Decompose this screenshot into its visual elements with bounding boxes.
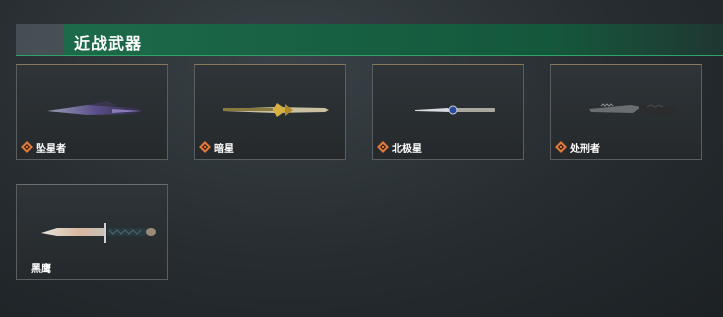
weapon-name: 北极星 [392, 143, 422, 155]
rank-diamond-icon [377, 141, 389, 153]
gold-winged-knife-image [223, 103, 329, 117]
weapon-name: 处刑者 [570, 143, 600, 155]
purple-blade-knife-image [47, 101, 143, 115]
category-title: 近战武器 [74, 36, 143, 53]
weapon-card-4[interactable]: 处刑者 [550, 64, 702, 160]
category-header: 近战武器 [16, 24, 723, 56]
weapon-card-5[interactable]: 黑鹰 [16, 184, 168, 280]
serrated-black-knife-image [589, 103, 679, 117]
weapon-name: 坠星者 [36, 143, 66, 155]
rank-diamond-icon [555, 141, 567, 153]
bowie-knife-image [41, 223, 156, 243]
weapon-card-1[interactable]: 坠星者 [16, 64, 168, 160]
weapon-card-2[interactable]: 暗星 [194, 64, 346, 160]
rank-diamond-icon [21, 141, 33, 153]
blue-gem-knife-image [415, 105, 495, 115]
rank-diamond-icon [199, 141, 211, 153]
weapon-card-3[interactable]: 北极星 [372, 64, 524, 160]
weapon-name: 黑鹰 [31, 263, 51, 275]
weapon-name: 暗星 [214, 143, 234, 155]
